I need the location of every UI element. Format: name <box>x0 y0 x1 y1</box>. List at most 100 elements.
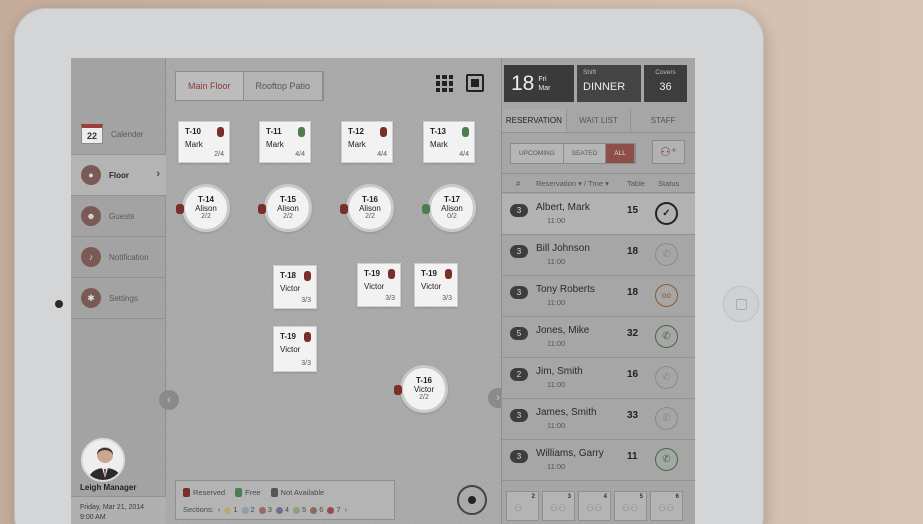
floor-plan: Main Floor Rooftop Patio T-10 Mark 2/4 T… <box>159 58 508 524</box>
manager-date-text: Friday, Mar 21, 2014 <box>80 504 145 511</box>
tab-wait-list[interactable]: WAIT LIST <box>567 109 632 132</box>
table-id: T-16 <box>415 376 432 385</box>
table-id: T-12 <box>348 127 365 136</box>
reserved-chair-icon <box>304 271 311 281</box>
table-row[interactable]: 3 James, Smith 11:00 33 ✆ <box>502 399 695 440</box>
phone-icon[interactable]: ✆ <box>655 407 678 430</box>
free-chair-icon <box>422 204 430 214</box>
sidebar-item-calender[interactable]: 22 Calender <box>71 114 166 155</box>
section-1[interactable]: 1 <box>224 505 238 514</box>
sidebar-item-label: Guests <box>109 211 135 221</box>
scroll-left-button[interactable]: ‹ <box>159 390 179 410</box>
party-size-4-button[interactable]: 4 ⚇⚇ <box>578 491 611 521</box>
table-covers: 3/3 <box>301 297 311 304</box>
table-covers: 3/3 <box>385 295 395 302</box>
table-guest: Victor <box>413 385 435 394</box>
sections-prev-icon[interactable]: ‹ <box>218 505 221 514</box>
reserved-chair-icon <box>394 385 402 395</box>
people-icon: ⚇⚇ <box>550 503 567 513</box>
shift-selector[interactable]: Shift DINNER <box>577 65 641 102</box>
guests-icon: ☻ <box>81 206 101 226</box>
phone-icon[interactable]: ✆ <box>655 366 678 389</box>
table-t15[interactable]: T-15 Alison 2/2 <box>258 184 312 232</box>
manager-name: Leigh Manager <box>80 483 137 492</box>
section-4[interactable]: 4 <box>275 505 289 514</box>
table-t14[interactable]: T-14 Alison 2/2 <box>176 184 230 232</box>
sidebar-item-floor[interactable]: ● Floor › <box>71 155 166 196</box>
section-6[interactable]: 6 <box>310 505 323 514</box>
home-button[interactable] <box>723 286 759 322</box>
table-row[interactable]: 3 Bill Johnson 11:00 18 ✆ <box>502 235 695 276</box>
table-t19c[interactable]: T-19 Victor 3/3 <box>273 326 317 372</box>
seated-check-icon[interactable]: ✓ <box>655 202 678 225</box>
table-t13[interactable]: T-13 Mark 4/4 <box>423 121 475 163</box>
reserved-chair-icon <box>445 269 452 279</box>
table-id: T-19 <box>364 269 381 278</box>
tab-reservation[interactable]: RESERVATION <box>502 109 567 132</box>
table-t16b[interactable]: T-16 Victor 2/2 <box>394 365 448 413</box>
table-row[interactable]: 3 Albert, Mark 11:00 15 ✓ <box>502 194 695 235</box>
voicemail-icon[interactable]: oo <box>655 284 678 307</box>
sidebar-item-guests[interactable]: ☻ Guests <box>71 196 166 237</box>
sections-next-icon[interactable]: › <box>345 505 348 514</box>
reservation-name: Tony Roberts <box>536 284 595 295</box>
party-size-6-button[interactable]: 6 ⚇⚇ <box>650 491 683 521</box>
date-selector[interactable]: 18 Fri Mar <box>504 65 574 102</box>
table-guest: Victor <box>280 345 301 354</box>
calendar-icon: 22 <box>81 124 103 144</box>
filter-upcoming[interactable]: UPCOMING <box>511 144 564 163</box>
people-icon: ⚇ <box>514 503 523 513</box>
floor-legend: Reserved Free Not Available Sections: ‹ … <box>175 480 395 520</box>
table-t10[interactable]: T-10 Mark 2/4 <box>178 121 230 163</box>
section-2[interactable]: 2 <box>241 505 255 514</box>
section-7[interactable]: 7 <box>327 505 341 514</box>
party-size-badge: 3 <box>510 450 528 463</box>
table-t11[interactable]: T-11 Mark 4/4 <box>259 121 311 163</box>
table-row[interactable]: 3 Williams, Garry 11:00 11 ✆ <box>502 440 695 481</box>
party-size-2-button[interactable]: 2 ⚇ <box>506 491 539 521</box>
section-3[interactable]: 3 <box>258 505 272 514</box>
filter-seated[interactable]: SEATED <box>563 144 607 163</box>
tab-main-floor[interactable]: Main Floor <box>176 72 244 100</box>
phone-active-icon[interactable]: ✆ <box>655 325 678 348</box>
table-guest: Victor <box>421 282 442 291</box>
fullscreen-icon[interactable] <box>466 74 484 92</box>
table-t18[interactable]: T-18 Victor 3/3 <box>273 265 317 309</box>
reservation-time: 11:00 <box>547 216 566 225</box>
table-t17[interactable]: T-17 Alison 0/2 <box>422 184 476 232</box>
app-screen: 22 Calender ● Floor › ☻ Guests ♪ Notific… <box>71 58 695 524</box>
table-t16[interactable]: T-16 Alison 2/2 <box>340 184 394 232</box>
table-guest: Victor <box>364 282 385 291</box>
table-row[interactable]: 5 Jones, Mike 11:00 32 ✆ <box>502 317 695 358</box>
recenter-icon[interactable] <box>457 485 487 515</box>
col-reservation[interactable]: Reservation ▾ / Tme ▾ <box>536 179 609 188</box>
table-id: T-10 <box>185 127 202 136</box>
phone-icon[interactable]: ✆ <box>655 243 678 266</box>
covers-count: Covers 36 <box>644 65 687 102</box>
table-id: T-17 <box>443 195 460 204</box>
table-id: T-11 <box>266 127 282 136</box>
table-guest: Victor <box>280 284 301 293</box>
sidebar-item-settings[interactable]: ✱ Settings <box>71 278 166 319</box>
table-covers: 4/4 <box>459 151 469 158</box>
filter-all[interactable]: ALL <box>606 144 635 163</box>
section-5[interactable]: 5 <box>293 505 306 514</box>
reservation-table: 33 <box>627 410 639 421</box>
phone-active-icon[interactable]: ✆ <box>655 448 678 471</box>
reservation-table: 32 <box>627 328 639 339</box>
table-t19a[interactable]: T-19 Victor 3/3 <box>357 263 401 307</box>
sidebar-item-notification[interactable]: ♪ Notification <box>71 237 166 278</box>
avatar[interactable] <box>81 438 125 482</box>
party-size-3-button[interactable]: 3 ⚇⚇ <box>542 491 575 521</box>
table-row[interactable]: 2 Jim, Smith 11:00 16 ✆ <box>502 358 695 399</box>
grid-view-icon[interactable] <box>436 75 453 92</box>
table-t19b[interactable]: T-19 Victor 3/3 <box>414 263 458 307</box>
table-guest: Mark <box>266 140 284 149</box>
table-t12[interactable]: T-12 Mark 4/4 <box>341 121 393 163</box>
party-size-5-button[interactable]: 5 ⚇⚇ <box>614 491 647 521</box>
tab-rooftop-patio[interactable]: Rooftop Patio <box>244 72 324 100</box>
table-row[interactable]: 3 Tony Roberts 11:00 18 oo <box>502 276 695 317</box>
table-covers: 2/2 <box>283 213 293 220</box>
add-reservation-button[interactable]: ⚇⁺ <box>652 140 685 164</box>
tab-staff[interactable]: STAFF <box>631 109 695 132</box>
